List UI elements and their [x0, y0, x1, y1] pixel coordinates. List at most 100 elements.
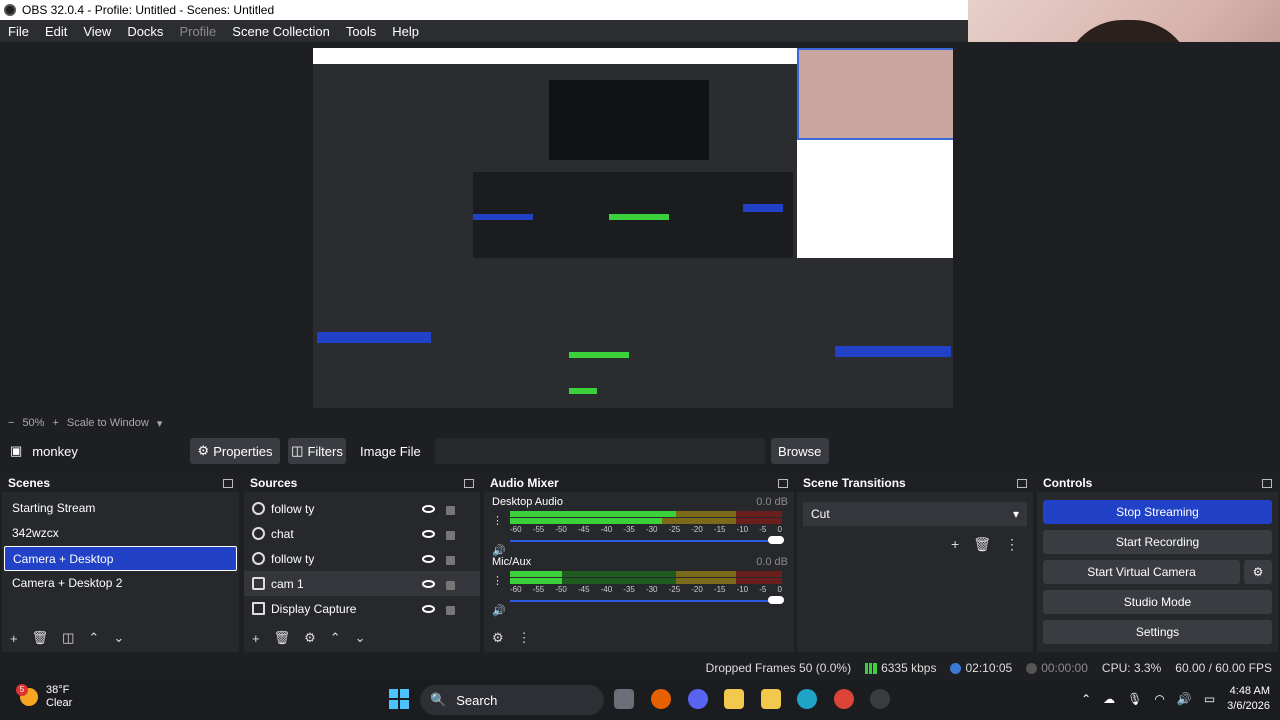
slider-knob[interactable]	[768, 536, 784, 544]
settings-button[interactable]: Settings	[1043, 620, 1272, 644]
source-item[interactable]: chat	[244, 521, 480, 546]
source-label: chat	[271, 526, 294, 541]
sources-header: Sources	[244, 474, 480, 492]
lock-icon[interactable]	[446, 556, 455, 565]
browse-button[interactable]: Browse	[770, 438, 829, 464]
slider-knob[interactable]	[768, 596, 784, 604]
cloud-icon[interactable]: ☁	[1103, 692, 1115, 706]
move-down-icon[interactable]: ⌄	[113, 630, 124, 646]
edge-icon[interactable]	[797, 689, 817, 709]
delete-icon[interactable]: 🗑	[274, 630, 291, 646]
preview-area[interactable]	[0, 42, 1280, 414]
eye-icon[interactable]	[422, 604, 435, 613]
menu-file[interactable]: File	[0, 24, 37, 39]
lock-icon[interactable]	[446, 606, 455, 615]
zoom-out-button[interactable]: −	[8, 417, 14, 429]
obs-taskbar-icon[interactable]	[870, 689, 890, 709]
file-path-field[interactable]	[434, 438, 765, 464]
bitrate-status: 6335 kbps	[865, 661, 936, 675]
file-explorer-icon[interactable]	[724, 689, 744, 709]
delete-icon[interactable]: 🗑	[973, 536, 991, 553]
add-source-icon[interactable]: +	[252, 631, 260, 646]
undock-icon[interactable]	[223, 478, 233, 488]
add-icon[interactable]: +	[951, 536, 959, 553]
menu-edit[interactable]: Edit	[37, 24, 75, 39]
scene-item[interactable]: Starting Stream	[4, 496, 237, 521]
undock-icon[interactable]	[464, 478, 474, 488]
undock-icon[interactable]	[778, 478, 788, 488]
source-item[interactable]: cam 1	[244, 571, 480, 596]
eye-icon[interactable]	[422, 529, 435, 538]
chevron-down-icon[interactable]: ▾	[157, 417, 163, 430]
speaker-icon[interactable]: 🔊	[1177, 692, 1192, 706]
add-scene-icon[interactable]: +	[10, 631, 18, 646]
battery-icon[interactable]: ▭	[1204, 692, 1215, 706]
menu-tools[interactable]: Tools	[338, 24, 384, 39]
scale-mode-select[interactable]: Scale to Window	[67, 417, 149, 429]
stop-streaming-button[interactable]: Stop Streaming	[1043, 500, 1272, 524]
kebab-menu-icon[interactable]: ⋮	[492, 514, 503, 527]
chrome-icon[interactable]	[834, 689, 854, 709]
windows-taskbar: 5 38°F Clear 🔍 Search ⌃ ☁ 🎙 ◠ 🔊 ▭ 4:48 A…	[0, 680, 1280, 720]
speaker-icon[interactable]: 🔊	[492, 604, 506, 617]
move-up-icon[interactable]: ⌃	[88, 630, 99, 646]
discord-icon[interactable]	[688, 689, 708, 709]
studio-mode-button[interactable]: Studio Mode	[1043, 590, 1272, 614]
task-view-icon[interactable]	[614, 689, 634, 709]
scene-transitions-dock: Scene Transitions Cut ▾ + 🗑 ⋮	[797, 474, 1033, 652]
volume-slider[interactable]	[510, 534, 784, 548]
chevron-up-icon[interactable]: ⌃	[1081, 692, 1091, 706]
firefox-icon[interactable]	[651, 689, 671, 709]
delete-icon[interactable]: 🗑	[32, 630, 49, 646]
kebab-menu-icon[interactable]: ⋮	[492, 574, 503, 587]
start-recording-button[interactable]: Start Recording	[1043, 530, 1272, 554]
properties-button[interactable]: ⚙ Properties	[190, 438, 280, 464]
kebab-menu-icon[interactable]: ⋮	[518, 630, 531, 646]
preview-canvas[interactable]	[313, 48, 953, 408]
menu-profile[interactable]: Profile	[171, 24, 224, 39]
move-down-icon[interactable]: ⌄	[355, 630, 366, 646]
source-item[interactable]: follow ty	[244, 496, 480, 521]
filters-button[interactable]: ◫ Filters	[288, 438, 346, 464]
gear-icon[interactable]: ⚙	[304, 630, 316, 646]
taskbar-search[interactable]: 🔍 Search	[420, 685, 604, 715]
zoom-in-button[interactable]: +	[52, 417, 58, 429]
menu-scene-collection[interactable]: Scene Collection	[224, 24, 338, 39]
move-up-icon[interactable]: ⌃	[330, 630, 341, 646]
lock-icon[interactable]	[446, 581, 455, 590]
eye-icon[interactable]	[422, 554, 435, 563]
scene-item[interactable]: Camera + Desktop 2	[4, 571, 237, 596]
eye-icon[interactable]	[422, 579, 435, 588]
lock-icon[interactable]	[446, 506, 455, 515]
microphone-icon[interactable]: 🎙	[1127, 692, 1142, 706]
source-item[interactable]: Display Capture	[244, 596, 480, 621]
windows-start-icon[interactable]	[389, 689, 409, 709]
zoom-value: 50%	[22, 417, 45, 429]
lock-icon[interactable]	[446, 531, 455, 540]
wifi-icon[interactable]: ◠	[1154, 692, 1164, 706]
store-icon[interactable]	[761, 689, 781, 709]
menu-help[interactable]: Help	[384, 24, 427, 39]
undock-icon[interactable]	[1262, 478, 1272, 488]
filter-icon[interactable]: ◫	[62, 630, 74, 646]
advanced-audio-icon[interactable]: ⚙	[492, 630, 504, 646]
eye-icon[interactable]	[422, 504, 435, 513]
scene-item-selected[interactable]: Camera + Desktop	[4, 546, 237, 571]
recording-time: 00:00:00	[1026, 661, 1088, 675]
sources-dock: Sources follow ty chat follow ty cam 1 D…	[244, 474, 480, 652]
scene-item[interactable]: 342wzcx	[4, 521, 237, 546]
volume-slider[interactable]	[510, 594, 784, 608]
clock[interactable]: 4:48 AM 3/6/2026	[1227, 684, 1270, 714]
meter-yellow	[675, 571, 736, 577]
bitrate-value: 6335 kbps	[881, 661, 937, 675]
undock-icon[interactable]	[1017, 478, 1027, 488]
menu-docks[interactable]: Docks	[119, 24, 171, 39]
transition-select[interactable]: Cut ▾	[803, 502, 1027, 526]
gear-icon[interactable]: ⚙	[1244, 560, 1272, 584]
menu-view[interactable]: View	[75, 24, 119, 39]
start-virtual-camera-button[interactable]: Start Virtual Camera	[1043, 560, 1240, 584]
kebab-menu-icon[interactable]: ⋮	[1005, 536, 1019, 553]
meter-green	[510, 518, 663, 524]
weather-widget[interactable]: 5 38°F Clear	[16, 684, 72, 710]
source-item[interactable]: follow ty	[244, 546, 480, 571]
